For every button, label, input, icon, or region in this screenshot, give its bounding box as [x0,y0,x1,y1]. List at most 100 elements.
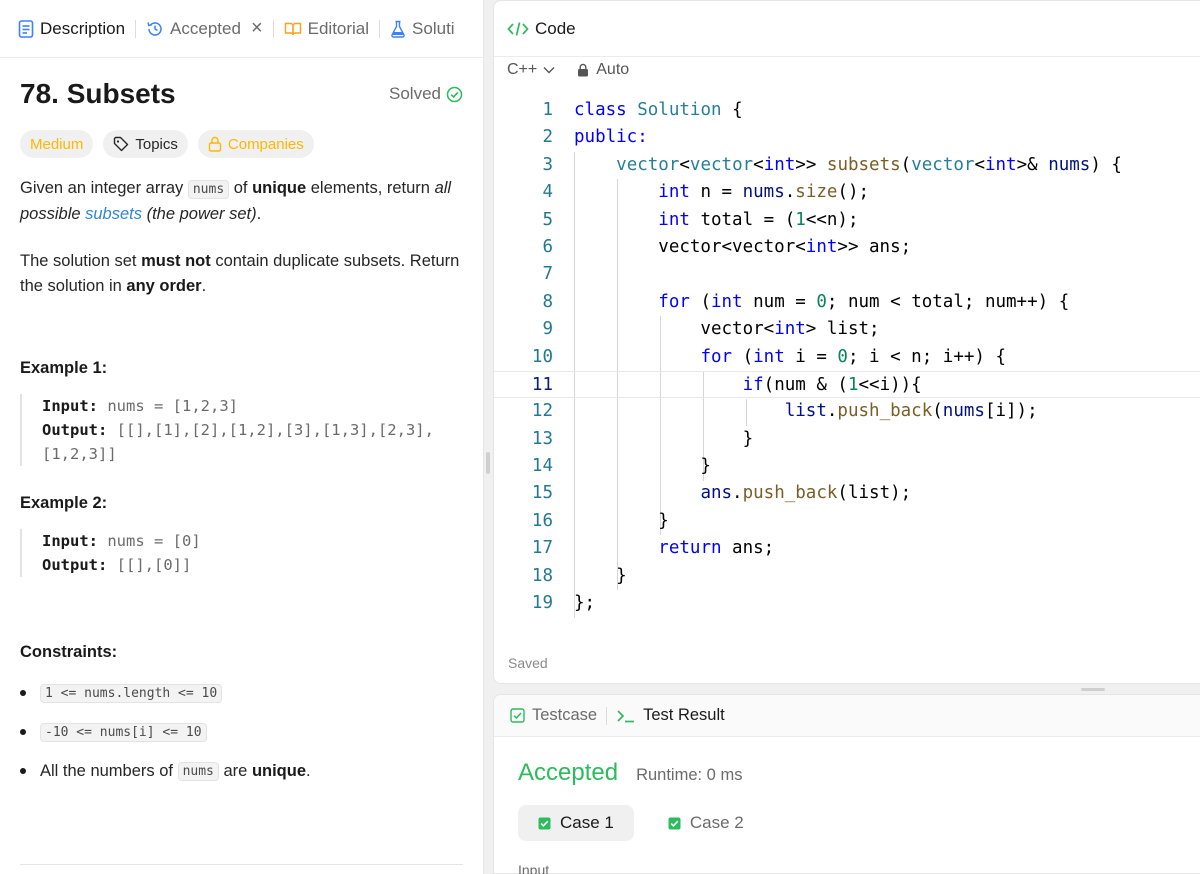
companies-label: Companies [227,135,304,153]
code-icon [507,21,529,37]
current-code-line: 11 if(num & (1<<i)){ [494,370,1200,399]
tab-test-result[interactable]: Test Result [616,706,725,725]
output-value: [[],[1],[2],[1,2],[3],[1,3],[2,3], [107,421,434,439]
tab-divider [379,19,381,38]
solved-status: Solved [389,84,463,104]
token: i = [784,346,838,367]
token: n = [689,182,743,203]
subsets-link[interactable]: subsets [85,205,142,223]
input-section-label: Input [518,862,550,874]
token: 0 [837,346,848,367]
line-number: 7 [542,264,553,285]
tab-testcase[interactable]: Testcase [510,706,597,725]
token: ( [900,154,912,175]
check-circle-icon [446,86,463,103]
code-text: } [574,456,711,477]
tab-description[interactable]: Description [18,0,125,57]
case-2-button[interactable]: Case 2 [648,805,764,841]
code-editor[interactable]: 1 class Solution { 2 public: 3 vector<vect… [494,97,1200,618]
case-1-button[interactable]: Case 1 [518,805,634,841]
token: <<n); [805,209,859,230]
inline-code: 1 <= nums.length <= 10 [40,683,223,703]
tab-accepted[interactable]: Accepted × [146,0,263,57]
line-number: 5 [542,209,553,230]
bold-text: unique [252,179,307,197]
line-number: 13 [531,428,553,449]
language-select[interactable]: C++ [507,61,555,79]
tab-divider [272,19,274,38]
token: for [700,346,733,367]
line-number: 8 [542,291,553,312]
line-number: 12 [531,401,553,422]
chevron-down-icon [543,66,555,74]
token: vector<vector< [574,236,806,257]
token: nums [942,401,985,422]
constraint-item: -10 <= nums[i] <= 10 [20,721,463,743]
token: 1 [847,374,859,395]
tab-editorial[interactable]: Editorial [284,0,370,57]
problem-title[interactable]: 78. Subsets [20,78,176,110]
line-number: 19 [531,593,553,614]
token: subsets [826,154,901,175]
tab-solutions[interactable]: Soluti [390,0,455,57]
line-number: 9 [542,319,553,340]
code-line: 3 vector<vector<int>> subsets(vector<int… [494,152,1200,179]
code-text: for (int i = 0; i < n; i++) { [574,344,1006,371]
problem-content: 78. Subsets Solved Medium Topics Compani… [0,78,483,782]
text: . [256,205,262,223]
text: (the power set) [142,205,257,223]
example-2-title: Example 2: [20,494,108,512]
token: (); [837,182,870,203]
app-root: Description Accepted × Editorial Soluti … [0,0,1200,874]
input-value: nums = [0] [98,532,201,550]
text: Given an integer array [20,179,188,197]
line-number: 17 [531,538,553,559]
editor-toolbar: C++ Auto [494,57,1200,83]
close-icon[interactable]: × [251,17,263,40]
line-number: 4 [542,182,553,203]
code-text: vector<vector<int>> subsets(vector<int>&… [574,152,1122,179]
title-row: 78. Subsets Solved [20,78,463,110]
token: ; i < n; i++) { [847,346,1007,367]
bold-text: must not [141,252,211,270]
token: list [784,401,827,422]
line-number: 2 [542,127,553,148]
companies-button[interactable]: Companies [197,130,314,158]
code-line: 8 for (int num = 0; num < total; num++) … [494,289,1200,316]
tab-divider [606,706,608,725]
token: ) { [1090,154,1122,175]
tab-editorial-label: Editorial [307,18,370,38]
left-tabbar: Description Accepted × Editorial Soluti [0,0,483,58]
vertical-resize-handle[interactable] [1081,688,1105,691]
check-square-icon [668,817,681,830]
text: . [201,277,207,295]
description-panel: Description Accepted × Editorial Soluti … [0,0,484,874]
token: ans [700,483,733,504]
line-number: 10 [531,346,553,367]
code-line: 17 return ans; [494,535,1200,562]
description-paragraph-1: Given an integer array nums of unique el… [20,176,463,227]
token: int [984,154,1017,175]
example-1-output: Output: [[],[1],[2],[1,2],[3],[1,3],[2,3… [42,418,463,442]
auto-mode[interactable]: Auto [577,61,629,79]
code-panel: Code C++ Auto 1 class Solution {2 publi… [493,0,1200,684]
code-text: } [574,510,669,531]
token: int [774,319,806,340]
panel-resize-handle[interactable] [486,452,490,474]
test-tabbar: Testcase Test Result [494,695,1200,737]
code-text: for (int num = 0; num < total; num++) { [574,289,1069,316]
divider [20,864,463,865]
token: size [795,182,838,203]
lock-icon [208,136,222,152]
topics-button[interactable]: Topics [103,130,188,158]
verdict-label: Accepted [518,759,619,786]
constraints-title: Constraints: [20,643,118,661]
token: { [721,100,743,120]
code-line: 15 ans.push_back(list); [494,480,1200,507]
input-value: nums = [1,2,3] [98,397,238,415]
token: . [826,401,838,422]
